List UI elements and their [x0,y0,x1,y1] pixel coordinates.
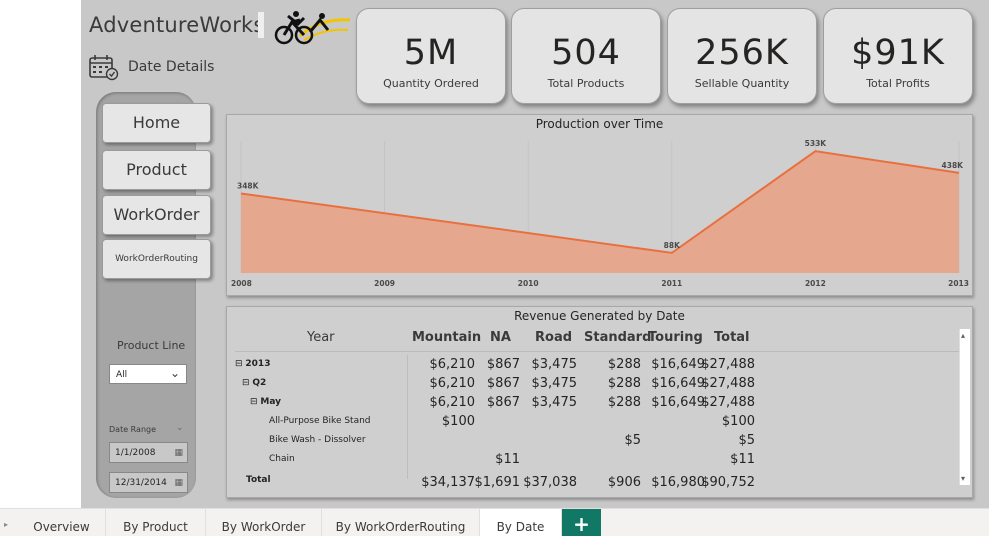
data-label: 438K [942,161,965,170]
calendar-icon[interactable]: ▦ [174,473,183,494]
matrix-row-label: ⊟ May [250,397,281,407]
kpi-card-total-products: 504 Total Products [511,8,661,104]
tab-by-workorder[interactable]: By WorkOrder [206,509,322,536]
kpi-card-total-profits: $91K Total Profits [823,8,973,104]
x-tick-label: 2010 [518,279,539,288]
matrix-row-label: Bike Wash - Dissolver [269,435,366,445]
chevron-down-icon: ⌄ [169,366,180,380]
kpi-label: Quantity Ordered [383,77,479,90]
kpi-value: $91K [851,33,945,73]
brand-name: AdventureWorks [89,13,265,37]
brand-separator [258,12,264,38]
calendar-icon[interactable]: ▦ [174,443,183,464]
matrix-row-label: Chain [269,454,295,464]
calendar-icon [89,55,119,81]
matrix-total-total: $90,752 [701,475,755,490]
kpi-card-sellable-quantity: 256K Sellable Quantity [667,8,817,104]
collapse-icon[interactable]: ⊟ [250,397,260,407]
header-total: Total [714,330,750,345]
production-over-time-chart: Production over Time 348K 88K 533K 438K 2008… [226,114,973,296]
x-tick-label: 2012 [805,279,826,288]
data-label: 348K [237,181,260,190]
x-tick-label: 2013 [948,279,969,288]
header-na: NA [490,330,511,345]
header-touring: Touring [648,330,703,345]
area-fill [241,151,959,273]
matrix-cell-total: $100 [721,414,755,429]
matrix-title: Revenue Generated by Date [514,309,685,323]
x-tick-label: 2011 [661,279,682,288]
chevron-down-icon[interactable]: ⌄ [176,423,184,433]
header-standard: Standard [584,330,652,345]
collapse-icon[interactable]: ⊟ [242,378,252,388]
home-button[interactable]: Home [102,103,211,143]
scroll-up-icon[interactable]: ▴ [961,331,965,340]
header-divider [235,351,959,352]
product-line-dropdown[interactable]: All ⌄ [109,364,187,384]
matrix-cell-total: $27,488 [701,376,755,391]
collapse-icon[interactable]: ⊟ [235,359,245,369]
row-label-text: Chain [269,454,295,464]
header-year: Year [307,330,335,345]
tab-scroll-left-icon[interactable]: ▸ [4,520,8,529]
matrix-cell-total: $11 [730,452,755,467]
x-tick-label: 2009 [374,279,395,288]
matrix-row-label: ⊟ Q2 [242,378,266,388]
product-line-slicer-title: Product Line [117,339,186,352]
scroll-down-icon[interactable]: ▾ [961,474,965,483]
date-start-input[interactable]: 1/1/2008 ▦ [109,442,188,463]
workorderrouting-button[interactable]: WorkOrderRouting [102,239,211,279]
matrix-cell-total: $5 [738,433,755,448]
revenue-matrix: Revenue Generated by Date Year Mountain … [226,306,973,498]
matrix-cell-na: $11 [495,452,520,467]
tab-overview[interactable]: Overview [18,509,106,536]
dropdown-value: All [116,370,128,380]
tab-by-date[interactable]: By Date [480,509,562,536]
plus-icon[interactable]: + [562,509,601,536]
cyclist-logo [274,11,351,45]
kpi-label: Total Products [547,77,625,90]
x-tick-label: 2008 [231,279,252,288]
tab-by-workorderrouting[interactable]: By WorkOrderRouting [322,509,480,536]
row-label-text: Q2 [252,378,267,388]
date-range-slicer-title: Date Range [109,425,157,434]
matrix-row-label: All-Purpose Bike Stand [269,416,371,426]
kpi-label: Total Profits [866,77,930,90]
row-label-text: 2013 [245,359,271,369]
kpi-value: 504 [551,33,621,73]
data-label: 533K [805,139,828,148]
date-end-value: 12/31/2014 [115,478,167,488]
row-label-text: Bike Wash - Dissolver [269,435,366,445]
row-label-text: May [260,397,282,407]
header-road: Road [535,330,573,345]
data-label: 88K [664,241,681,250]
matrix-cell-total: $27,488 [701,395,755,410]
product-button[interactable]: Product [102,150,211,190]
date-start-value: 1/1/2008 [115,448,156,458]
row-label-text: All-Purpose Bike Stand [269,416,371,426]
area-chart-svg: 348K 88K 533K 438K 2008 2009 2010 2011 2012 2013 [231,139,969,288]
kpi-card-quantity-ordered: 5M Quantity Ordered [356,8,506,104]
matrix-total-label: Total [246,475,271,485]
matrix-scrollbar[interactable]: ▴ ▾ [959,329,970,485]
header-mountain: Mountain [412,330,482,345]
matrix-row-label: ⊟ 2013 [235,359,270,369]
matrix-cell-mountain: $100 [441,414,475,429]
workorder-button[interactable]: WorkOrder [102,195,211,235]
tab-by-product[interactable]: By Product [106,509,206,536]
date-end-input[interactable]: 12/31/2014 ▦ [109,472,188,493]
page-tab-bar: ▸ Overview By Product By WorkOrder By Wo… [0,508,989,536]
kpi-value: 256K [695,33,789,73]
kpi-value: 5M [403,33,459,73]
matrix-cell-standard: $5 [624,433,641,448]
kpi-label: Sellable Quantity [694,77,790,90]
matrix-cell-total: $27,488 [701,357,755,372]
page-title: Date Details [128,59,215,75]
